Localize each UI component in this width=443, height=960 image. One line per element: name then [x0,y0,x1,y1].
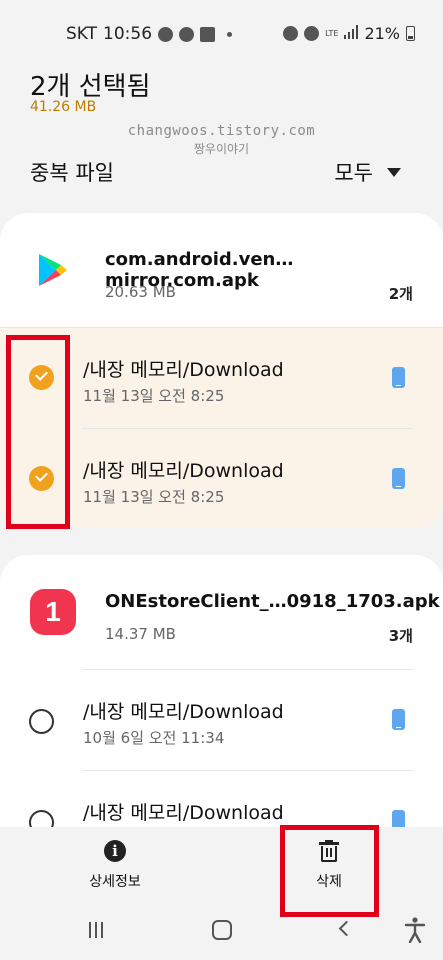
phone-storage-icon [392,468,405,489]
phone-storage-icon [392,367,405,388]
file-row[interactable]: /내장 메모리/Download 10월 6일 오전 11:34 [0,669,443,770]
signal-icon [344,24,359,43]
chat-notification-icon [158,26,174,42]
status-left: SKT 10:56 [66,24,233,44]
section-label: 중복 파일 [30,161,114,185]
home-icon[interactable] [212,920,232,940]
onestore-icon: 1 [26,585,80,639]
mute-icon [304,26,320,41]
sort-dropdown[interactable]: 모두 [334,157,401,187]
onestore-icon-label: 1 [30,589,76,635]
battery-percent: 21% [364,24,400,43]
sort-value: 모두 [334,161,373,185]
watermark-name: 짱우이야기 [193,142,250,156]
file-path: /내장 메모리/Download [83,359,284,381]
highlight-box-delete [280,825,379,917]
group-header[interactable]: com.android.ven…mirror.com.apk 20.63 MB … [0,213,443,327]
row-divider [82,428,413,429]
group-count: 2개 [388,285,413,303]
gallery-notification-icon [200,26,216,42]
accessibility-icon[interactable] [404,917,426,944]
google-play-icon [26,243,80,297]
status-bar: SKT 10:56 LTE 21% [0,0,443,68]
watermark: changwoos.tistory.com 짱우이야기 [0,123,443,157]
group-file-size: 20.63 MB [105,283,176,301]
battery-icon [406,26,415,41]
watermark-url: changwoos.tistory.com [127,123,316,139]
selected-size: 41.26 MB [30,99,97,115]
more-notifications-icon [227,31,233,37]
dropdown-arrow-icon [387,167,401,177]
message-notification-icon [179,26,195,42]
duplicate-group: 1 ONEstoreClient_…0918_1703.apk 14.37 MB… [0,555,443,827]
file-date: 11월 13일 오전 8:25 [83,387,225,405]
file-path: /내장 메모리/Download [83,701,284,723]
phone-storage-icon [392,709,405,730]
details-label: 상세정보 [89,874,141,890]
row-divider [82,669,413,670]
page-title: 2개 선택됨 [30,72,151,102]
checkbox-unchecked[interactable] [29,810,54,827]
highlight-box-checkboxes [6,335,70,529]
back-icon[interactable] [338,920,355,937]
file-path: /내장 메모리/Download [83,460,284,482]
alarm-icon [283,26,299,41]
file-path: /내장 메모리/Download [83,802,284,824]
group-file-size: 14.37 MB [105,625,176,643]
network-type: LTE [325,28,339,38]
file-row[interactable]: /내장 메모리/Download [0,770,443,827]
group-header[interactable]: 1 ONEstoreClient_…0918_1703.apk 14.37 MB… [0,555,443,669]
checkbox-unchecked[interactable] [29,709,54,734]
row-divider [82,770,413,771]
phone-storage-icon [392,810,405,827]
row-divider [0,327,443,328]
status-right: LTE 21% [283,24,415,43]
file-date: 10월 6일 오전 11:34 [83,729,225,747]
group-file-name: ONEstoreClient_…0918_1703.apk [105,591,440,612]
file-date: 11월 13일 오전 8:25 [83,488,225,506]
recent-apps-icon[interactable] [89,922,103,938]
carrier: SKT [66,24,98,44]
details-button[interactable]: i 상세정보 [80,840,150,891]
clock: 10:56 [103,24,153,44]
info-icon: i [104,840,126,862]
group-count: 3개 [388,627,413,645]
